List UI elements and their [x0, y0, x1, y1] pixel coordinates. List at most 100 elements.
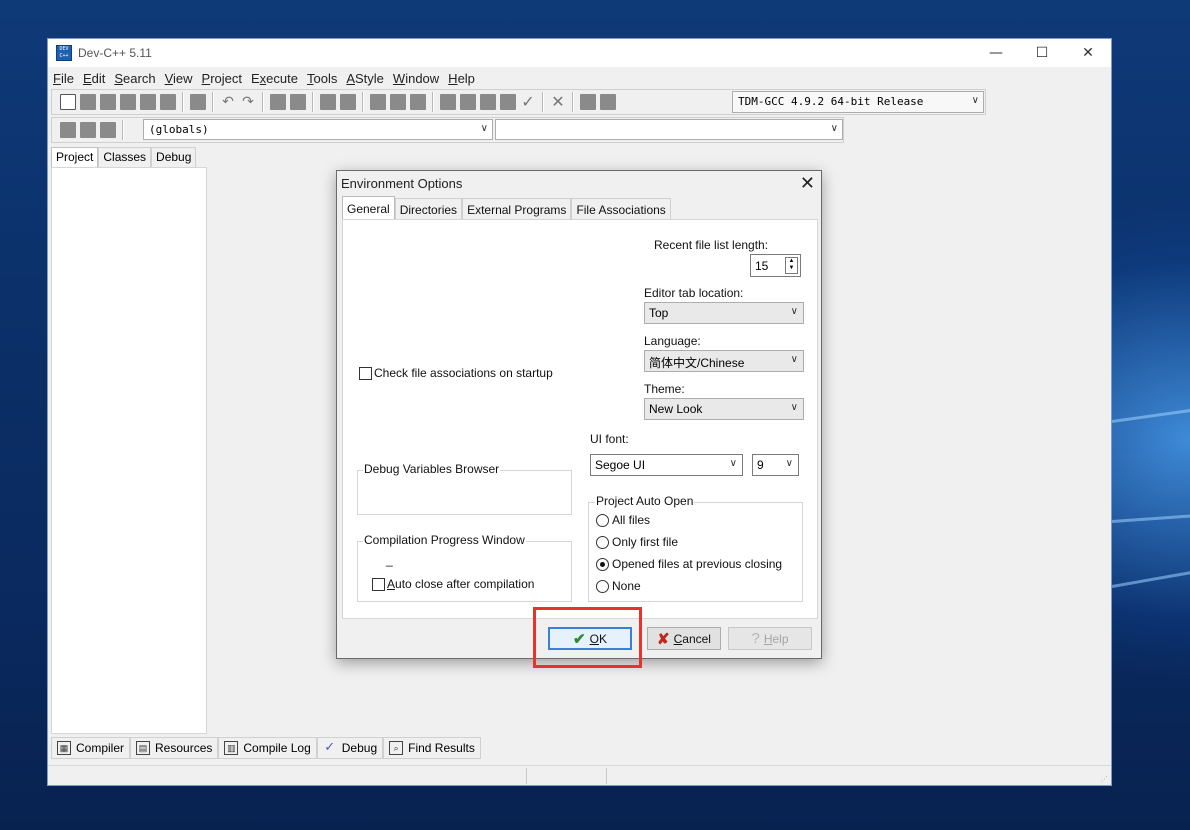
resources-icon: ▤ [136, 741, 151, 755]
tab-compiler-label: Compiler [76, 741, 125, 755]
compiler-select[interactable]: TDM-GCC 4.9.2 64-bit Release ∨ [732, 91, 984, 113]
menu-window[interactable]: Window [390, 71, 442, 86]
goto-line-icon[interactable] [340, 94, 356, 110]
cancel-button[interactable]: ✘ Cancel [647, 627, 721, 650]
menu-project[interactable]: Project [199, 71, 245, 86]
tab-external-programs[interactable]: External Programs [462, 198, 572, 219]
maximize-button[interactable]: ☐ [1019, 39, 1065, 67]
check-assoc-label: Check file associations on startup [374, 366, 553, 380]
new-class-icon[interactable] [60, 122, 76, 138]
menu-astyle[interactable]: AStyle [343, 71, 387, 86]
dialog-tabs: General Directories External Programs Fi… [342, 196, 671, 219]
menu-bar: File Edit Search View Project Execute To… [48, 67, 1111, 89]
tab-general[interactable]: General [342, 196, 395, 219]
unindent-icon[interactable] [370, 94, 386, 110]
menu-search[interactable]: Search [111, 71, 158, 86]
wallpaper-light-beam [1111, 514, 1190, 523]
find-icon[interactable] [270, 94, 286, 110]
replace-icon[interactable] [290, 94, 306, 110]
compile-icon[interactable] [440, 94, 456, 110]
chevron-down-icon: ∨ [790, 354, 798, 365]
tab-directories[interactable]: Directories [394, 198, 463, 219]
project-browser[interactable] [51, 167, 207, 734]
close-all-icon[interactable] [160, 94, 176, 110]
language-select[interactable]: 简体中文/Chinese ∨ [644, 350, 804, 372]
tab-resources[interactable]: ▤ Resources [130, 737, 219, 759]
menu-edit[interactable]: Edit [80, 71, 108, 86]
open-file-icon[interactable] [80, 94, 96, 110]
toolbar-separator [312, 92, 314, 112]
editor-tab-select[interactable]: Top ∨ [644, 302, 804, 324]
undo-icon[interactable]: ↶ [220, 94, 236, 110]
ui-font-select[interactable]: Segoe UI ∨ [590, 454, 743, 476]
tab-find-results[interactable]: ⌕ Find Results [383, 737, 481, 759]
indent-icon[interactable] [390, 94, 406, 110]
title-bar[interactable]: DEV C++ Dev-C++ 5.11 — ☐ ✕ [48, 39, 1111, 67]
debug-vars-group [357, 470, 572, 515]
goto-icon[interactable] [320, 94, 336, 110]
radio-all-files-label: All files [612, 513, 651, 527]
menu-help[interactable]: Help [445, 71, 478, 86]
cancel-button-label: Cancel [673, 631, 711, 646]
radio-only-first-file[interactable] [596, 536, 609, 549]
tab-resources-label: Resources [155, 741, 213, 755]
menu-tools[interactable]: Tools [304, 71, 340, 86]
insert-icon[interactable] [80, 122, 96, 138]
save-icon[interactable] [100, 94, 116, 110]
toggle-bookmark-icon[interactable] [100, 122, 116, 138]
redo-icon[interactable]: ↷ [240, 94, 256, 110]
menu-execute[interactable]: Execute [248, 71, 301, 86]
help-button[interactable]: ? Help [728, 627, 812, 650]
recent-files-spinner[interactable]: 15 ▲ ▼ [750, 254, 801, 277]
tab-debug-bottom[interactable]: ✓ Debug [316, 737, 384, 759]
compile-run-icon[interactable] [480, 94, 496, 110]
tab-classes[interactable]: Classes [98, 147, 152, 167]
tab-compile-log[interactable]: ▥ Compile Log [218, 737, 317, 759]
toggle-comment-icon[interactable] [410, 94, 426, 110]
theme-label: Theme: [644, 382, 685, 396]
close-file-icon[interactable] [140, 94, 156, 110]
compile-log-icon: ▥ [224, 741, 239, 755]
members-select[interactable]: ∨ [495, 119, 843, 140]
toolbar-separator [122, 120, 124, 140]
menu-file[interactable]: File [50, 71, 77, 86]
status-divider [526, 768, 527, 784]
ui-font-size-select[interactable]: 9 ∨ [752, 454, 799, 476]
dialog-close-icon[interactable]: ✕ [800, 173, 815, 194]
tab-project[interactable]: Project [51, 147, 99, 167]
minimize-button[interactable]: — [973, 39, 1019, 67]
new-file-icon[interactable] [60, 94, 76, 110]
rebuild-icon[interactable] [500, 94, 516, 110]
editor-tab-label: Editor tab location: [644, 286, 744, 300]
toolbar-separator [362, 92, 364, 112]
globals-select[interactable]: (globals) ∨ [143, 119, 493, 140]
syntax-check-icon[interactable]: ✓ [520, 94, 536, 110]
tab-debug[interactable]: Debug [151, 147, 197, 167]
close-button[interactable]: ✕ [1065, 39, 1111, 67]
wallpaper-light-beam [1111, 571, 1190, 588]
radio-all-files[interactable] [596, 514, 609, 527]
auto-close-checkbox[interactable] [372, 578, 385, 591]
stop-execution-icon[interactable]: ✕ [550, 94, 566, 110]
check-assoc-checkbox[interactable] [359, 367, 372, 380]
radio-opened-files[interactable] [596, 558, 609, 571]
delete-profile-icon[interactable] [600, 94, 616, 110]
print-icon[interactable] [190, 94, 206, 110]
toolbar-separator [212, 92, 214, 112]
ui-font-value: Segoe UI [595, 458, 646, 472]
language-value: 简体中文/Chinese [649, 356, 745, 370]
menu-view[interactable]: View [162, 71, 196, 86]
toolbar-separator [262, 92, 264, 112]
radio-none[interactable] [596, 580, 609, 593]
tab-compiler[interactable]: ▦ Compiler [51, 737, 131, 759]
spinner-arrows-icon[interactable]: ▲ ▼ [785, 257, 798, 274]
resize-grip-icon[interactable]: ⋰ [1101, 775, 1109, 783]
theme-select[interactable]: New Look ∨ [644, 398, 804, 420]
tab-file-associations[interactable]: File Associations [571, 198, 671, 219]
compiler-select-value: TDM-GCC 4.9.2 64-bit Release [738, 95, 924, 108]
chevron-down-icon: ∨ [785, 458, 793, 469]
save-all-icon[interactable] [120, 94, 136, 110]
profile-icon[interactable] [580, 94, 596, 110]
run-icon[interactable] [460, 94, 476, 110]
wallpaper-light-beam [1111, 408, 1190, 423]
